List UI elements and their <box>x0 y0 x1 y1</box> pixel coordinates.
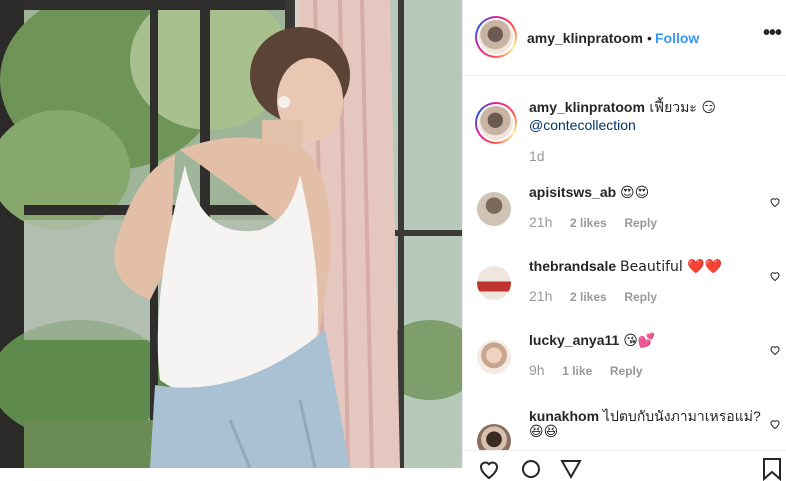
avatar[interactable] <box>475 16 517 58</box>
post-photo[interactable] <box>0 0 462 468</box>
comment-text-continued: 😆😆 <box>529 424 559 440</box>
comment-text: Beautiful ❤️❤️ <box>620 259 723 275</box>
heart-icon[interactable] <box>769 418 781 430</box>
comment-item: kunakhom ไปตบกับนังภามาเหรอแม่? 😆😆 <box>463 406 786 450</box>
comment-text: 😍😍 <box>620 185 650 201</box>
comment-item: lucky_anya11 😘💕 9h 1 like Reply <box>463 332 786 402</box>
comment-item: thebrandsale Beautiful ❤️❤️ 21h 2 likes … <box>463 258 786 328</box>
caption-username[interactable]: amy_klinpratoom <box>529 99 645 115</box>
heart-icon[interactable] <box>769 344 781 356</box>
separator-dot: • <box>647 30 652 46</box>
comment-likes[interactable]: 2 likes <box>570 216 607 230</box>
comment-likes[interactable]: 1 like <box>562 364 592 378</box>
reply-button[interactable]: Reply <box>610 364 643 378</box>
heart-icon[interactable] <box>769 270 781 282</box>
post-side-panel: amy_klinpratoom • Follow ••• amy_klinpra… <box>462 0 786 481</box>
action-bar <box>463 450 786 481</box>
comment-time: 9h <box>529 362 545 378</box>
header-username[interactable]: amy_klinpratoom <box>527 30 643 46</box>
caption-timestamp: 1d <box>529 148 545 164</box>
follow-button[interactable]: Follow <box>655 30 699 46</box>
comment-time: 21h <box>529 288 553 304</box>
comment-item: apisitsws_ab 😍😍 21h 2 likes Reply <box>463 184 786 254</box>
post-image <box>0 0 462 468</box>
comment-icon[interactable] <box>519 457 543 481</box>
heart-icon[interactable] <box>477 457 501 481</box>
commenter-avatar[interactable] <box>477 424 511 450</box>
comment-text: ไปตบกับนังภามาเหรอแม่? <box>602 408 761 424</box>
commenter-avatar[interactable] <box>477 266 511 300</box>
comment-text: 😘💕 <box>623 333 656 349</box>
post-header: amy_klinpratoom • Follow ••• <box>463 0 786 76</box>
comment-username[interactable]: lucky_anya11 <box>529 332 619 348</box>
comment-username[interactable]: apisitsws_ab <box>529 184 616 200</box>
reply-button[interactable]: Reply <box>624 216 657 230</box>
share-icon[interactable] <box>559 457 583 481</box>
caption-text: เฟี้ยวมะ 😏 <box>649 100 716 116</box>
comment-username[interactable]: thebrandsale <box>529 258 616 274</box>
bookmark-icon[interactable] <box>761 457 783 481</box>
heart-icon[interactable] <box>769 196 781 208</box>
comment-likes[interactable]: 2 likes <box>570 290 607 304</box>
commenter-avatar[interactable] <box>477 192 511 226</box>
comment-time: 21h <box>529 214 553 230</box>
reply-button[interactable]: Reply <box>624 290 657 304</box>
commenter-avatar[interactable] <box>477 340 511 374</box>
caption-avatar[interactable] <box>475 102 517 144</box>
comment-username[interactable]: kunakhom <box>529 408 599 424</box>
more-options-icon[interactable]: ••• <box>763 22 782 45</box>
caption-mention-link[interactable]: @contecollection <box>529 117 636 133</box>
